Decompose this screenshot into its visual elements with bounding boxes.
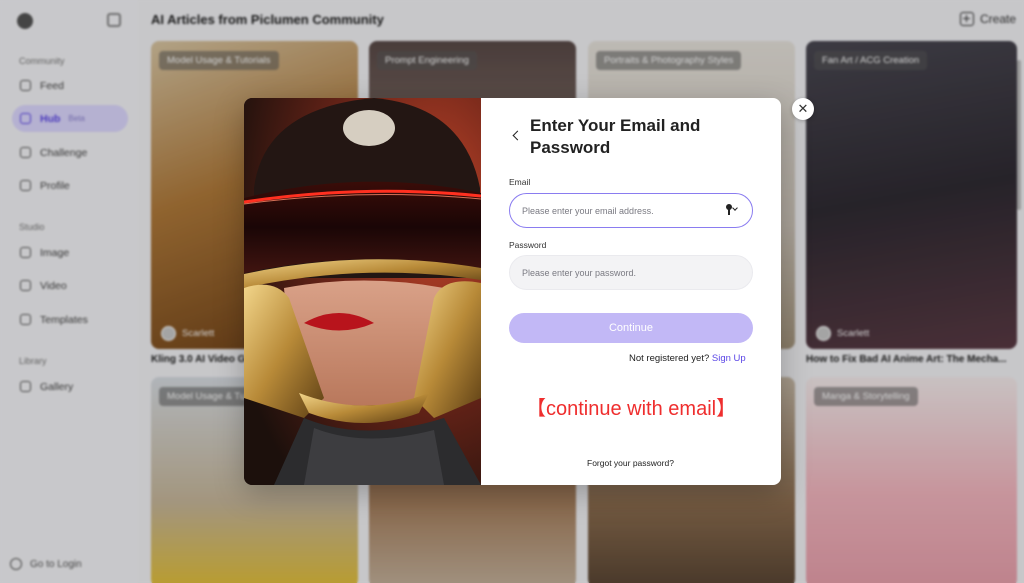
continue-button[interactable]: Continue [509,313,753,343]
not-registered-text: Not registered yet? [629,353,710,364]
password-label: Password [509,240,547,250]
close-button[interactable]: ✕ [792,98,814,120]
modal-title: Enter Your Email and Password [530,116,701,157]
password-field[interactable] [509,255,753,290]
forgot-password-link[interactable]: Forgot your password? [587,458,674,468]
hero-image [244,98,481,485]
sign-up-link[interactable]: Sign Up [712,353,746,364]
close-icon: ✕ [797,101,809,116]
back-arrow-icon[interactable] [510,129,524,143]
email-label: Email [509,177,531,187]
annotation-label: 【continue with email】 [526,398,737,420]
email-field[interactable] [509,193,753,228]
key-autofill-icon[interactable] [726,204,738,216]
register-prompt: Not registered yet? Sign Up [629,353,746,364]
helmet-illustration [244,98,481,485]
